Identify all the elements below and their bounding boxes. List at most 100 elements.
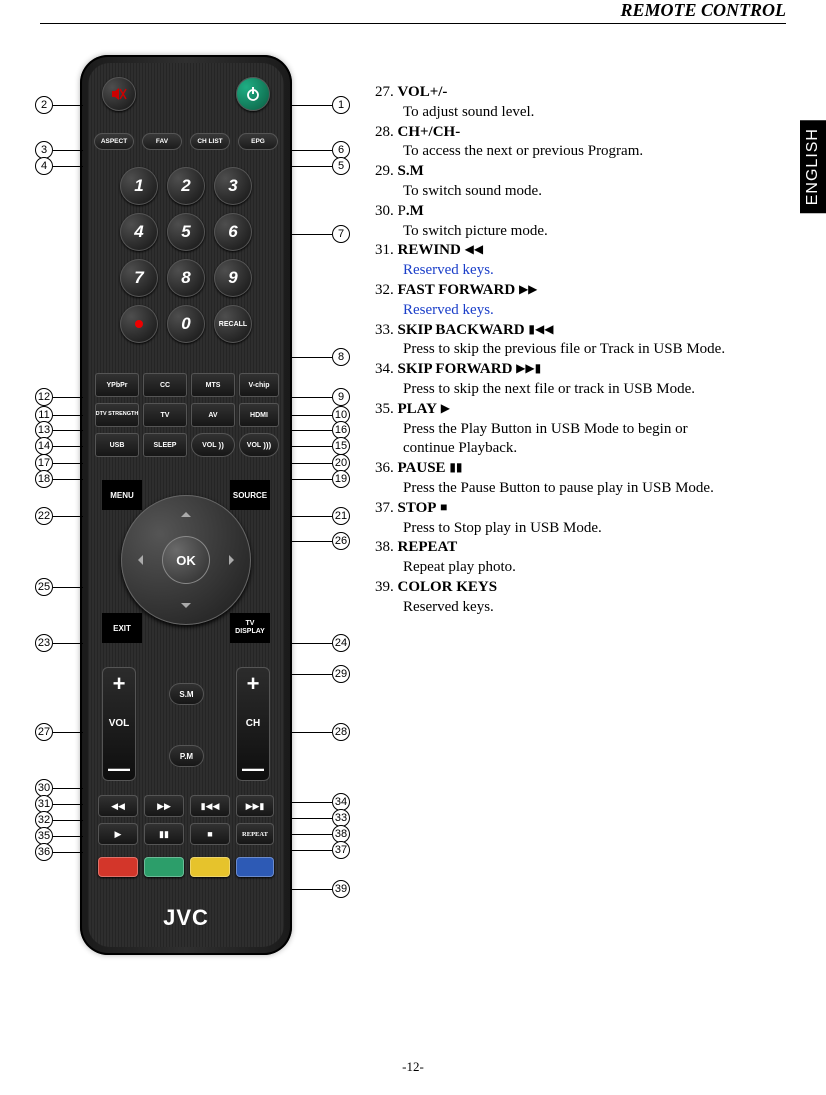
key-0: 0 <box>167 305 205 343</box>
leader-line <box>53 430 83 431</box>
desc-item-32: 32. FAST FORWARD ▶▶Reserved keys. <box>375 281 795 321</box>
plus-icon: + <box>102 675 136 693</box>
desc-item-30: 30. P.MTo switch picture mode. <box>375 202 795 242</box>
recall-button: RECALL <box>214 305 252 343</box>
source-button: SOURCE <box>230 480 270 510</box>
leader-line <box>290 430 332 431</box>
leader-line <box>53 516 83 517</box>
callout-28: 28 <box>332 723 350 741</box>
key-7: 7 <box>120 259 158 297</box>
repeat-button: REPEAT <box>236 823 274 845</box>
pm-button: P.M <box>169 745 204 767</box>
callout-27: 27 <box>35 723 53 741</box>
callout-1: 1 <box>332 96 350 114</box>
rewind-button: ◀◀ <box>98 795 138 817</box>
arrow-up-icon <box>181 507 191 517</box>
desc-item-27: 27. VOL+/-To adjust sound level. <box>375 83 795 123</box>
callout-2: 2 <box>35 96 53 114</box>
ok-button: OK <box>162 536 210 584</box>
callout-9: 9 <box>332 388 350 406</box>
desc-item-37: 37. STOP ■ Press to Stop play in USB Mod… <box>375 499 795 539</box>
leader-line <box>290 150 332 151</box>
skip-back-button: ▮◀◀ <box>190 795 230 817</box>
leader-line <box>290 415 332 416</box>
dpad: OK <box>121 495 251 625</box>
minus-icon: — <box>236 765 270 773</box>
callout-12: 12 <box>35 388 53 406</box>
av-button: AV <box>191 403 235 427</box>
key-5: 5 <box>167 213 205 251</box>
leader-line <box>290 479 332 480</box>
leader-line <box>290 643 332 644</box>
pause-button: ▮▮ <box>144 823 184 845</box>
callout-21: 21 <box>332 507 350 525</box>
usb-button: USB <box>95 433 139 457</box>
leader-line <box>53 479 83 480</box>
arrow-down-icon <box>181 603 191 613</box>
callout-36: 36 <box>35 843 53 861</box>
desc-item-38: 38. REPEAT Repeat play photo. <box>375 538 795 578</box>
callout-24: 24 <box>332 634 350 652</box>
callout-7: 7 <box>332 225 350 243</box>
leader-line <box>53 150 83 151</box>
ch-rocker: + CH — <box>236 667 270 781</box>
tv-button: TV <box>143 403 187 427</box>
power-button <box>236 77 270 111</box>
ch-label: CH <box>236 718 270 729</box>
leader-line <box>290 818 332 819</box>
leader-line <box>53 732 83 733</box>
vol-rocker: + VOL — <box>102 667 136 781</box>
desc-item-29: 29. S.MTo switch sound mode. <box>375 162 795 202</box>
desc-item-33: 33. SKIP BACKWARD ▮◀◀Press to skip the p… <box>375 321 795 361</box>
callout-19: 19 <box>332 470 350 488</box>
dtv-strength-button: DTV STRENGTH <box>95 403 139 427</box>
callout-15: 15 <box>332 437 350 455</box>
desc-item-34: 34. SKIP FORWARD ▶▶▮Press to skip the ne… <box>375 360 795 400</box>
leader-line <box>290 850 332 851</box>
callout-29: 29 <box>332 665 350 683</box>
leader-line <box>290 516 332 517</box>
leader-line <box>290 463 332 464</box>
leader-line <box>290 732 332 733</box>
leader-line <box>53 587 83 588</box>
record-button <box>120 305 158 343</box>
callout-5: 5 <box>332 157 350 175</box>
vol-sound-button: VOL))) <box>239 433 279 457</box>
arrow-left-icon <box>133 555 143 565</box>
stop-button: ■ <box>190 823 230 845</box>
leader-line <box>53 836 83 837</box>
page-number: -12- <box>0 1059 826 1075</box>
vol-mute-button: VOL)) <box>191 433 235 457</box>
chlist-button: CH LIST <box>190 133 230 150</box>
page-header: REMOTE CONTROL <box>40 0 786 24</box>
play-button: ▶ <box>98 823 138 845</box>
menu-button: MENU <box>102 480 142 510</box>
leader-line <box>290 834 332 835</box>
vol-label: VOL <box>102 718 136 729</box>
callout-22: 22 <box>35 507 53 525</box>
sleep-button: SLEEP <box>143 433 187 457</box>
leader-line <box>53 820 83 821</box>
exit-button: EXIT <box>102 613 142 643</box>
fav-button: FAV <box>142 133 182 150</box>
tv-display-button: TV DISPLAY <box>230 613 270 643</box>
ypbpr-button: YPbPr <box>95 373 139 397</box>
callout-18: 18 <box>35 470 53 488</box>
key-4: 4 <box>120 213 158 251</box>
desc-item-31: 31. REWIND ◀◀Reserved keys. <box>375 241 795 281</box>
leader-line <box>290 166 332 167</box>
desc-item-35: 35. PLAY ▶Press the Play Button in USB M… <box>375 400 795 459</box>
leader-line <box>53 415 83 416</box>
key-3: 3 <box>214 167 252 205</box>
yellow-key <box>190 857 230 877</box>
leader-line <box>290 674 332 675</box>
green-key <box>144 857 184 877</box>
record-icon <box>135 320 143 328</box>
description-list: 27. VOL+/-To adjust sound level.28. CH+/… <box>375 83 795 618</box>
language-tab: ENGLISH <box>800 120 826 213</box>
mts-button: MTS <box>191 373 235 397</box>
epg-button: EPG <box>238 133 278 150</box>
hdmi-button: HDMI <box>239 403 279 427</box>
key-8: 8 <box>167 259 205 297</box>
callout-4: 4 <box>35 157 53 175</box>
